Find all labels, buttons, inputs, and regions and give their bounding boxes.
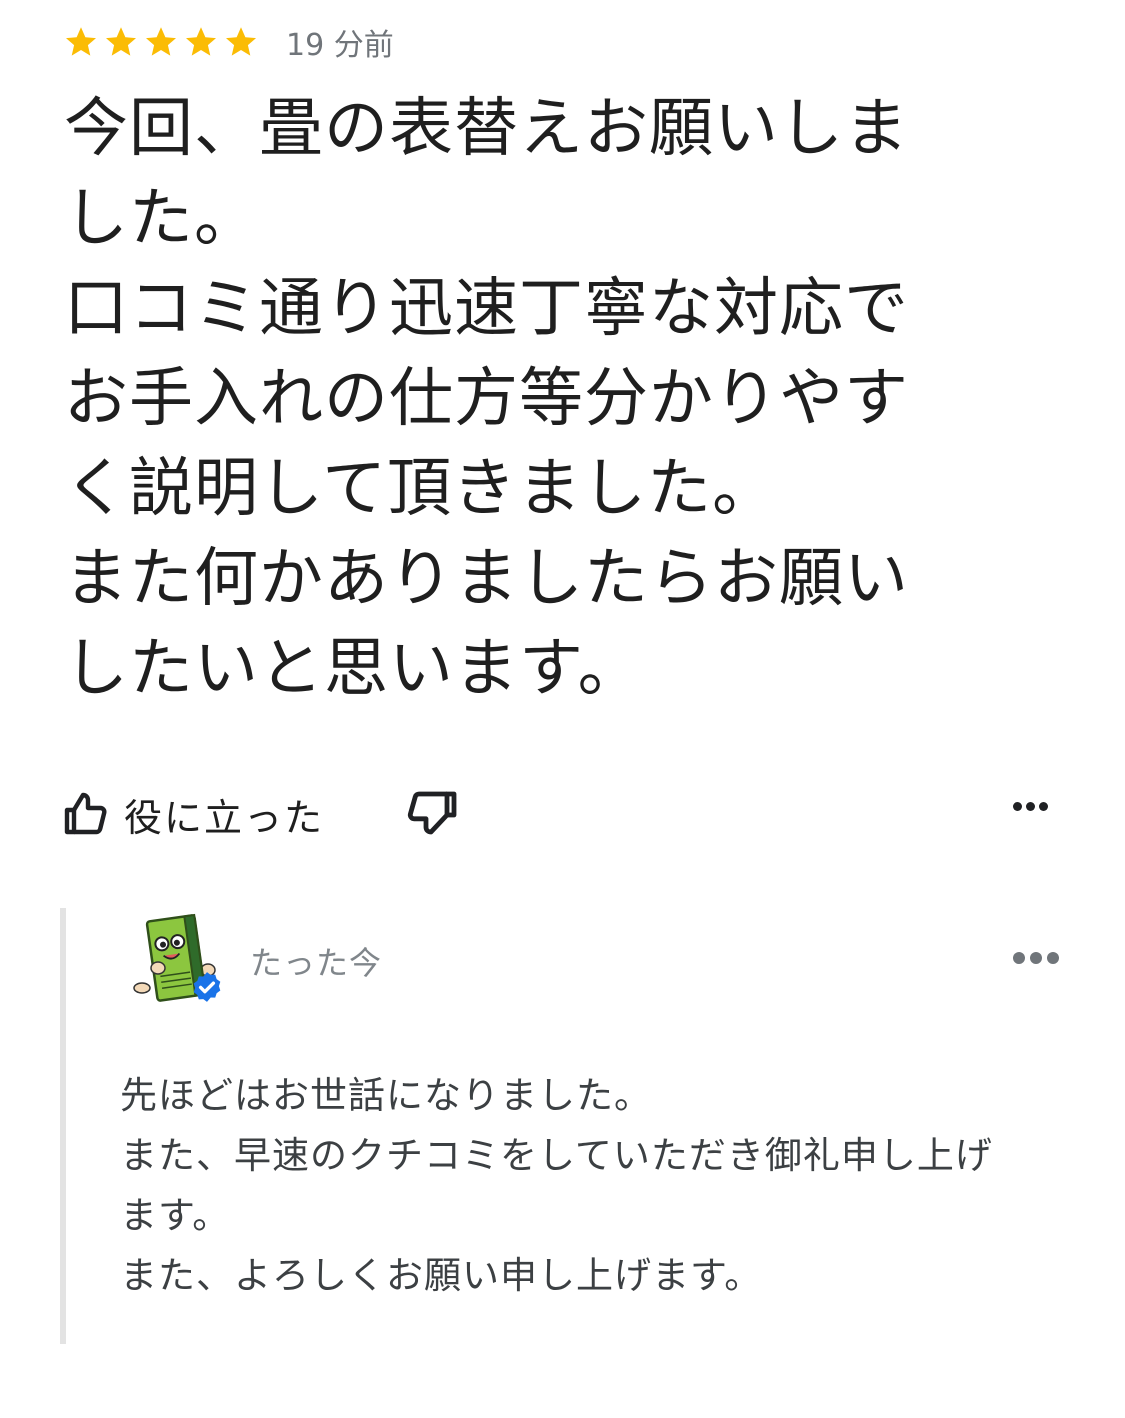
helpful-button[interactable]: 役に立った	[62, 784, 324, 844]
review-time: 19 分前	[286, 28, 394, 63]
more-dot	[1013, 802, 1022, 811]
more-dot	[1030, 952, 1042, 964]
reply-text-line: また、早速のクチコミをしていただき御礼申し上げ	[120, 1134, 993, 1177]
review-actions: 役に立った	[62, 784, 1062, 844]
review-text-line: お手入れの仕方等分かりやす	[64, 362, 909, 436]
thumbs-up-icon	[64, 792, 107, 835]
reply-text-line: 先ほどはお世話になりました。	[120, 1074, 652, 1117]
review-text-line: した。	[64, 182, 259, 256]
owner-reply: たった今 先ほどはお世話になりました。 また、早速のクチコミをしていただき御礼申…	[60, 908, 1071, 1344]
review-more-button[interactable]	[1013, 802, 1048, 811]
reply-text-line: また、よろしくお願い申し上げます。	[120, 1254, 763, 1297]
star-icon	[66, 27, 96, 56]
helpful-label: 役に立った	[124, 795, 325, 840]
verified-badge-icon	[193, 972, 221, 1002]
review-text-line: したいと思います。	[64, 632, 643, 706]
more-dot	[1013, 952, 1025, 964]
reply-more-button[interactable]	[1013, 952, 1059, 964]
review-text-line: 口コミ通り迅速丁寧な対応で	[64, 272, 909, 346]
star-icon	[226, 27, 256, 56]
not-helpful-button[interactable]	[402, 790, 458, 842]
reply-text-line: ます。	[120, 1194, 231, 1237]
more-dot	[1026, 802, 1035, 811]
star-icon	[146, 27, 176, 56]
more-dot	[1039, 802, 1048, 811]
star-rating	[62, 24, 260, 60]
thumbs-down-icon	[407, 791, 457, 835]
star-icon	[106, 27, 136, 56]
review-text-line: 今回、畳の表替えお願いしま	[64, 92, 909, 166]
review-text-line: く説明して頂きました。	[64, 452, 778, 526]
reply-text: 先ほどはお世話になりました。 また、早速のクチコミをしていただき御礼申し上げ ま…	[120, 1066, 1060, 1306]
review-text: 今回、畳の表替えお願いしま した。 口コミ通り迅速丁寧な対応で お手入れの仕方等…	[64, 84, 1064, 714]
reply-time: たった今	[250, 944, 383, 982]
review-header: 19 分前	[62, 20, 394, 64]
more-dot	[1047, 952, 1059, 964]
star-icon	[186, 27, 216, 56]
review-text-line: また何かありましたらお願い	[64, 542, 909, 616]
